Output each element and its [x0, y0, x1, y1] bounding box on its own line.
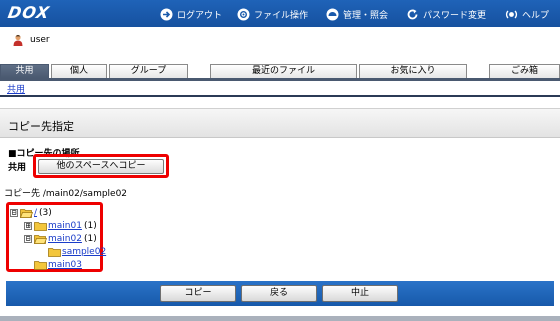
collapse-icon[interactable]: ⊟	[10, 209, 18, 217]
admin-icon	[326, 8, 339, 20]
section-header: コピー先指定	[0, 108, 560, 138]
user-name: user	[30, 35, 50, 45]
gear-icon	[237, 8, 250, 20]
top-nav-bar: DOX ログアウト ファイル操作 管理・照会 パスワード変更 ヘルプ	[0, 0, 560, 27]
tree-node-main01-link[interactable]: main01	[48, 221, 82, 231]
tree-node-sample02: sample02	[48, 246, 106, 258]
footer-bar	[0, 316, 560, 321]
tab-group[interactable]: グループ	[109, 64, 188, 78]
folder-icon	[34, 261, 47, 270]
back-button[interactable]: 戻る	[241, 285, 317, 302]
expand-icon[interactable]: ⊞	[24, 222, 32, 230]
tree-node-main01: ⊞ main01 (1)	[24, 220, 97, 232]
tab-trash[interactable]: ごみ箱	[489, 64, 560, 78]
tab-favorites[interactable]: お気に入り	[359, 64, 467, 78]
tree-node-main01-count: (1)	[83, 221, 97, 231]
section-title: コピー先指定	[8, 120, 74, 133]
tree-root-link[interactable]: /	[34, 208, 37, 218]
location-label: 共用	[8, 163, 27, 173]
help-icon	[505, 10, 518, 18]
tree-node-main02-count: (1)	[83, 234, 97, 244]
logout-icon	[160, 8, 173, 20]
tab-underline	[0, 78, 560, 81]
copy-button[interactable]: コピー	[160, 285, 236, 302]
tree-root-count: (3)	[39, 208, 52, 218]
logout-label: ログアウト	[177, 10, 223, 21]
logout-button[interactable]: ログアウト	[160, 6, 222, 22]
user-info: user	[12, 33, 50, 47]
admin-label: 管理・照会	[343, 10, 389, 21]
tree-node-sample02-link[interactable]: sample02	[62, 247, 106, 257]
refresh-icon	[407, 9, 418, 19]
folder-open-icon	[20, 209, 33, 218]
password-change-button[interactable]: パスワード変更	[406, 6, 486, 22]
file-operations-label: ファイル操作	[254, 10, 309, 21]
cancel-button[interactable]: 中止	[322, 285, 398, 302]
tab-personal[interactable]: 個人	[51, 64, 107, 78]
folder-icon	[34, 222, 47, 231]
dox-logo: DOX	[6, 3, 52, 22]
tree-node-main03: main03	[34, 259, 82, 271]
user-icon	[13, 34, 23, 46]
collapse-icon[interactable]: ⊟	[24, 235, 32, 243]
space-tabs: 共用 個人 グループ 最近のファイル お気に入り ごみ箱	[0, 64, 560, 78]
destination-path: コピー先 /main02/sample02	[4, 189, 128, 199]
file-operations-button[interactable]: ファイル操作	[237, 6, 308, 22]
admin-button[interactable]: 管理・照会	[326, 6, 388, 22]
password-change-label: パスワード変更	[423, 10, 487, 21]
folder-icon	[48, 248, 61, 257]
tab-recent-files[interactable]: 最近のファイル	[210, 64, 357, 78]
tree-node-main03-link[interactable]: main03	[48, 260, 82, 270]
help-button[interactable]: ヘルプ	[505, 6, 549, 22]
breadcrumb-shared[interactable]: 共用	[7, 82, 25, 95]
tree-node-main02-link[interactable]: main02	[48, 234, 82, 244]
tree-node-main02: ⊟ main02 (1)	[24, 233, 97, 245]
breadcrumb-divider	[0, 95, 560, 97]
tree-root: ⊟ / (3)	[10, 207, 52, 219]
help-label: ヘルプ	[522, 10, 550, 21]
tab-shared[interactable]: 共用	[0, 64, 49, 78]
copy-to-other-space-button[interactable]: 他のスペースへコピー	[38, 159, 164, 174]
folder-open-icon	[34, 235, 47, 244]
